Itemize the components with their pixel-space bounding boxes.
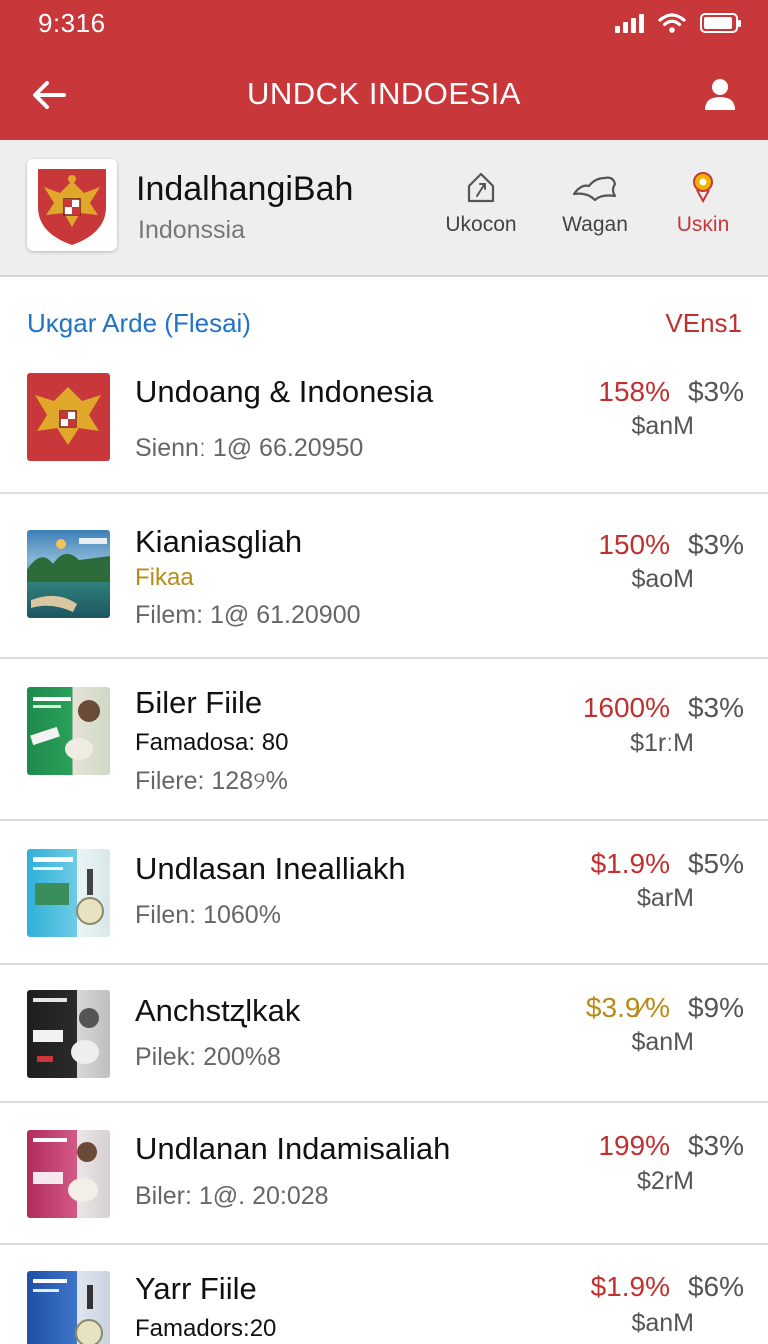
item-title: Yarr Fiile [135, 1271, 257, 1306]
garuda-emblem-icon [38, 169, 106, 245]
app-bar: 9:316 UNDCK INDOESIA [0, 0, 768, 140]
item-thumbnail [27, 1271, 110, 1344]
action-label: Wagan [562, 213, 628, 236]
item-title: Undlanan Indamisaliah [135, 1131, 451, 1166]
list-item[interactable]: Undlanan Indamisaliah Biler: 1@. 20:028 … [0, 1103, 768, 1245]
item-amount: $anM [631, 412, 694, 440]
item-meta: Siennː 1@ 66.20950 [135, 434, 364, 462]
item-percent-secondary: $6% [687, 1271, 744, 1302]
item-thumbnail [27, 530, 110, 618]
item-percent-secondary: $3% [687, 376, 744, 407]
item-amount: $2rM [637, 1167, 694, 1195]
list-item[interactable]: Kianiasgliah Fikaa Filem: 1@ 61.20900 15… [0, 494, 768, 659]
item-title: Anchstʐlkak [135, 993, 301, 1028]
item-title: Undlasan Inealliakh [135, 851, 406, 886]
item-percent-secondary: $3% [687, 529, 744, 560]
status-time: 9:316 [38, 8, 106, 38]
action-label: Ukocon [445, 213, 517, 236]
section-title[interactable]: Uĸgar Arde (Flesai) [27, 308, 251, 339]
item-percent: 1600% [582, 692, 670, 723]
item-amount: $aoM [631, 565, 694, 593]
organization-subtitle: Indonssia [138, 216, 246, 244]
action-wagan[interactable]: Wagan [540, 170, 650, 237]
item-thumbnail [27, 373, 110, 461]
item-subtitle: Famadosa: 80 [135, 729, 289, 756]
battery-icon [700, 13, 741, 33]
item-percent-secondary: $5% [687, 848, 744, 879]
item-subtitle: Fikaa [135, 564, 194, 591]
item-percent-secondary: $3% [687, 1130, 744, 1161]
section-right-label[interactable]: VEns1 [665, 308, 742, 339]
user-icon [705, 79, 735, 110]
item-amount: $arM [637, 884, 694, 912]
wifi-icon [658, 13, 686, 33]
organization-header: IndalhangiBah Indonssia Ukocon Wagan Usĸ… [0, 140, 768, 277]
map-shape-icon [572, 176, 617, 202]
item-thumbnail [27, 990, 110, 1078]
item-amount: $1rːM [630, 729, 694, 757]
profile-button[interactable] [696, 70, 744, 118]
action-ukocon[interactable]: Ukocon [426, 170, 536, 237]
item-thumbnail [27, 687, 110, 775]
house-arrow-icon [467, 172, 495, 203]
item-meta: Pilek: 200%8 [135, 1043, 281, 1071]
item-thumbnail [27, 1130, 110, 1218]
emblem-logo [27, 159, 117, 251]
list-item[interactable]: Undoang & Indonesia Siennː 1@ 66.20950 1… [0, 356, 768, 494]
item-percent-secondary: $9% [687, 992, 744, 1023]
item-amount: $anM [631, 1028, 694, 1056]
item-percent: $3.9⁄% [585, 992, 670, 1023]
action-usxin[interactable]: Usĸin [648, 170, 758, 237]
item-percent: 158% [598, 376, 670, 407]
item-amount: $anM [631, 1309, 694, 1337]
item-percent: 150% [598, 529, 670, 560]
organization-name: IndalhangiBah [136, 170, 354, 208]
item-meta: Filere: 128୨% [135, 767, 288, 795]
item-title: Undoang & Indonesia [135, 374, 434, 409]
status-icons [615, 12, 741, 34]
item-meta: Biler: 1@. 20:028 [135, 1182, 329, 1210]
item-meta: Filem: 1@ 61.20900 [135, 601, 361, 629]
item-title: Бiler Fiile [135, 685, 263, 720]
list-item[interactable]: Undlasan Inealliakh Filen: 1060% $1.9% $… [0, 821, 768, 965]
item-meta: Filen: 1060% [135, 901, 281, 929]
pin-icon [693, 172, 713, 204]
item-title: Kianiasgliah [135, 524, 303, 559]
item-subtitle: Famadors:20 [135, 1315, 277, 1342]
signal-icon [615, 13, 644, 33]
item-percent: $1.9% [590, 1271, 670, 1302]
list-item[interactable]: Anchstʐlkak Pilek: 200%8 $3.9⁄% $9% $anM [0, 965, 768, 1103]
item-percent: $1.9% [590, 848, 670, 879]
page-title: UNDCK INDOESIA [247, 76, 521, 111]
action-label: Usĸin [676, 213, 730, 236]
item-percent: 199% [598, 1130, 670, 1161]
list-item[interactable]: Бiler Fiile Famadosa: 80 Filere: 128୨% 1… [0, 659, 768, 821]
item-thumbnail [27, 849, 110, 937]
list-item[interactable]: Yarr Fiile Famadors:20 $1.9% $6% $anM [0, 1245, 768, 1344]
item-percent-secondary: $3% [687, 692, 744, 723]
